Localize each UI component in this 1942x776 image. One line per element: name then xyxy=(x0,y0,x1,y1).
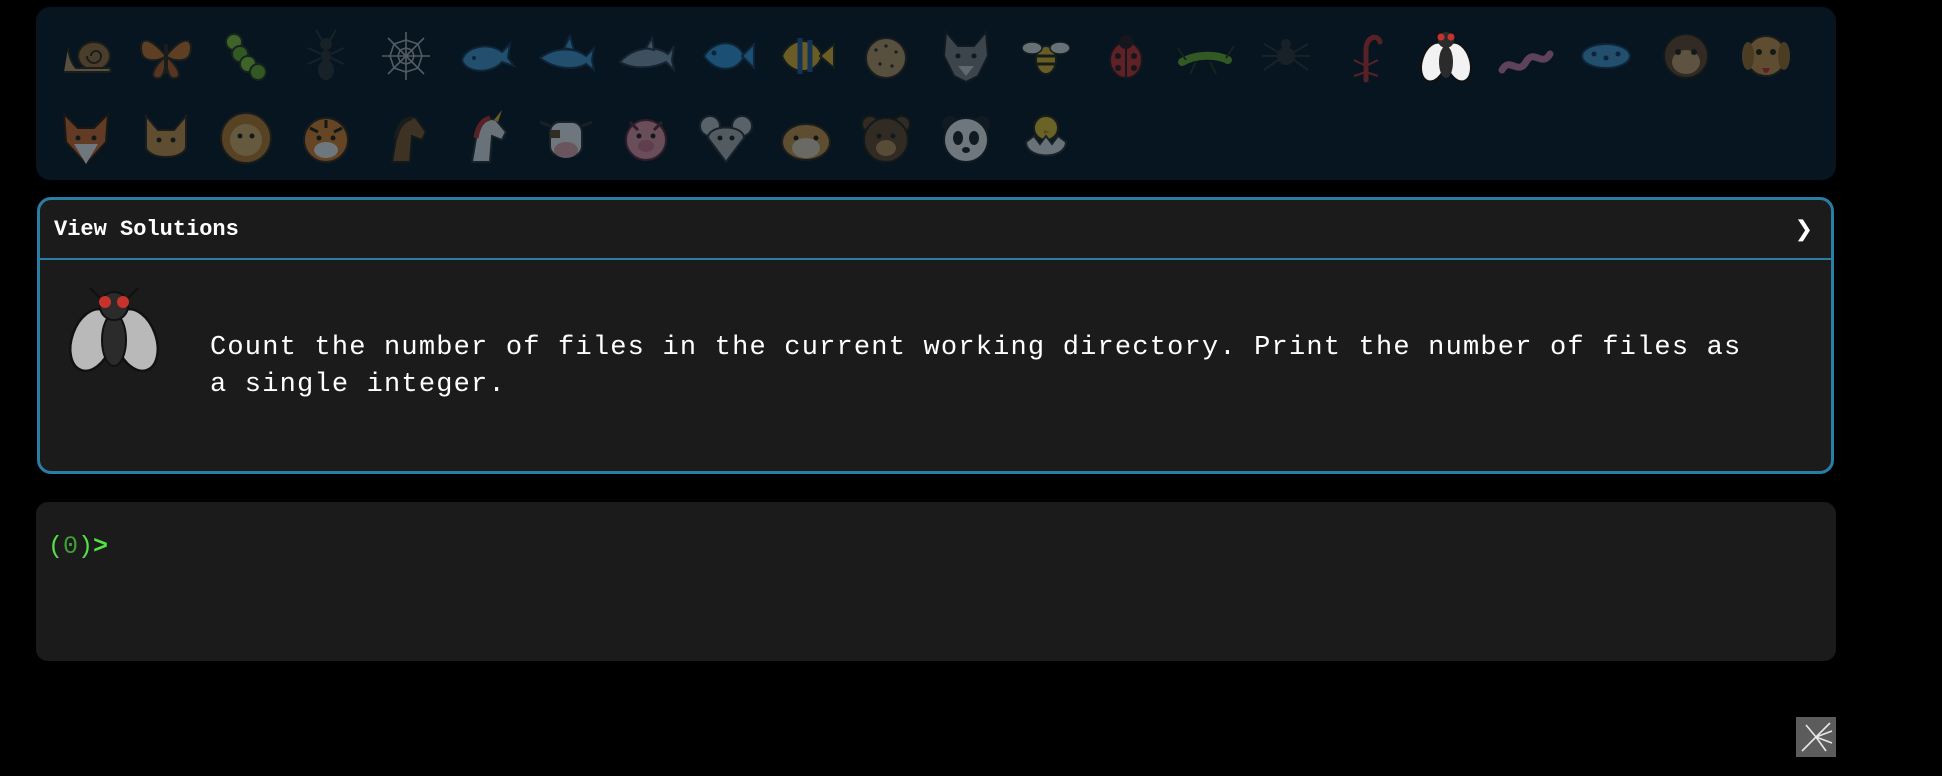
snail-icon xyxy=(56,26,116,91)
chevron-right-icon[interactable]: ❯ xyxy=(1795,217,1813,242)
wolf-icon xyxy=(936,26,996,91)
prompt-close-paren: ) xyxy=(78,532,94,561)
hamster-icon xyxy=(776,108,836,173)
animal-microbe-button[interactable] xyxy=(1566,17,1646,99)
fox-icon xyxy=(56,108,116,173)
animal-spider-web-button[interactable] xyxy=(366,17,446,99)
mouse-icon xyxy=(696,108,756,173)
whale-icon xyxy=(456,26,517,91)
caterpillar-icon xyxy=(216,26,276,91)
animal-tiger-button[interactable] xyxy=(286,99,366,181)
animal-caterpillar-button[interactable] xyxy=(206,17,286,99)
cat-icon xyxy=(136,108,196,173)
animal-bee-button[interactable] xyxy=(1006,17,1086,99)
terminal-prompt: (0)> xyxy=(48,532,108,561)
animal-shark-button[interactable] xyxy=(526,17,606,99)
animal-hamster-button[interactable] xyxy=(766,99,846,181)
animal-spider-button[interactable] xyxy=(1246,17,1326,99)
tiger-icon xyxy=(296,108,356,173)
microbe-icon xyxy=(1576,26,1636,91)
animal-monkey-button[interactable] xyxy=(1646,17,1726,99)
monkey-icon xyxy=(1656,26,1716,91)
task-body: Count the number of files in the current… xyxy=(40,260,1831,470)
animal-ladybug-button[interactable] xyxy=(1086,17,1166,99)
animal-dog-button[interactable] xyxy=(1726,17,1806,99)
fly-icon xyxy=(64,282,164,392)
animal-fox-button[interactable] xyxy=(46,99,126,181)
scorpion-icon xyxy=(1336,26,1396,91)
view-solutions-title: View Solutions xyxy=(54,216,239,242)
animal-scorpion-button[interactable] xyxy=(1326,17,1406,99)
animal-tropical-fish-button[interactable] xyxy=(766,17,846,99)
animal-cow-button[interactable] xyxy=(526,99,606,181)
terminal-input[interactable]: (0)> xyxy=(36,502,1836,661)
pig-icon xyxy=(616,108,676,173)
tropical-fish-icon xyxy=(776,26,836,91)
cow-icon xyxy=(536,108,596,173)
lion-icon xyxy=(216,108,276,173)
animal-lion-button[interactable] xyxy=(206,99,286,181)
animal-ant-button[interactable] xyxy=(286,17,366,99)
spider-web-icon xyxy=(376,26,436,91)
solutions-panel: View Solutions ❯ Count the number of fil… xyxy=(37,197,1834,474)
panda-icon xyxy=(936,108,996,173)
bear-icon xyxy=(856,108,916,173)
unicorn-icon xyxy=(456,108,516,173)
animal-fish-button[interactable] xyxy=(686,17,766,99)
prompt-counter: 0 xyxy=(63,532,79,561)
animal-mouse-button[interactable] xyxy=(686,99,766,181)
spider-icon xyxy=(1256,26,1316,91)
animal-horse-button[interactable] xyxy=(366,99,446,181)
animal-selector xyxy=(36,7,1836,180)
hatching-chick-icon xyxy=(1016,108,1076,173)
fly-icon xyxy=(1416,26,1476,91)
corner-logo-icon[interactable] xyxy=(1796,717,1836,757)
blowfish-icon xyxy=(856,26,916,91)
animal-worm-button[interactable] xyxy=(1486,17,1566,99)
ant-icon xyxy=(296,26,356,91)
animal-dolphin-button[interactable] xyxy=(606,17,686,99)
dog-icon xyxy=(1736,26,1796,91)
animal-bear-button[interactable] xyxy=(846,99,926,181)
animal-panda-button[interactable] xyxy=(926,99,1006,181)
shark-icon xyxy=(536,26,596,91)
cricket-icon xyxy=(1176,26,1236,91)
animal-cricket-button[interactable] xyxy=(1166,17,1246,99)
animal-snail-button[interactable] xyxy=(46,17,126,99)
animal-wolf-button[interactable] xyxy=(926,17,1006,99)
worm-icon xyxy=(1496,26,1556,91)
bee-icon xyxy=(1016,26,1076,91)
prompt-arrow: > xyxy=(93,532,109,561)
dolphin-icon xyxy=(616,26,676,91)
animal-hatching-chick-button[interactable] xyxy=(1006,99,1086,181)
task-description: Count the number of files in the current… xyxy=(210,333,1742,400)
animal-unicorn-button[interactable] xyxy=(446,99,526,181)
animal-butterfly-button[interactable] xyxy=(126,17,206,99)
animal-whale-button[interactable] xyxy=(446,17,526,99)
butterfly-icon xyxy=(136,26,196,91)
animal-pig-button[interactable] xyxy=(606,99,686,181)
animal-cat-button[interactable] xyxy=(126,99,206,181)
animal-fly-button[interactable] xyxy=(1406,17,1486,99)
view-solutions-toggle[interactable]: View Solutions ❯ xyxy=(40,200,1831,260)
fish-icon xyxy=(696,26,756,91)
animal-grid xyxy=(46,17,1824,181)
horse-icon xyxy=(376,108,436,173)
prompt-open-paren: ( xyxy=(48,532,64,561)
animal-blowfish-button[interactable] xyxy=(846,17,926,99)
ladybug-icon xyxy=(1096,26,1156,91)
